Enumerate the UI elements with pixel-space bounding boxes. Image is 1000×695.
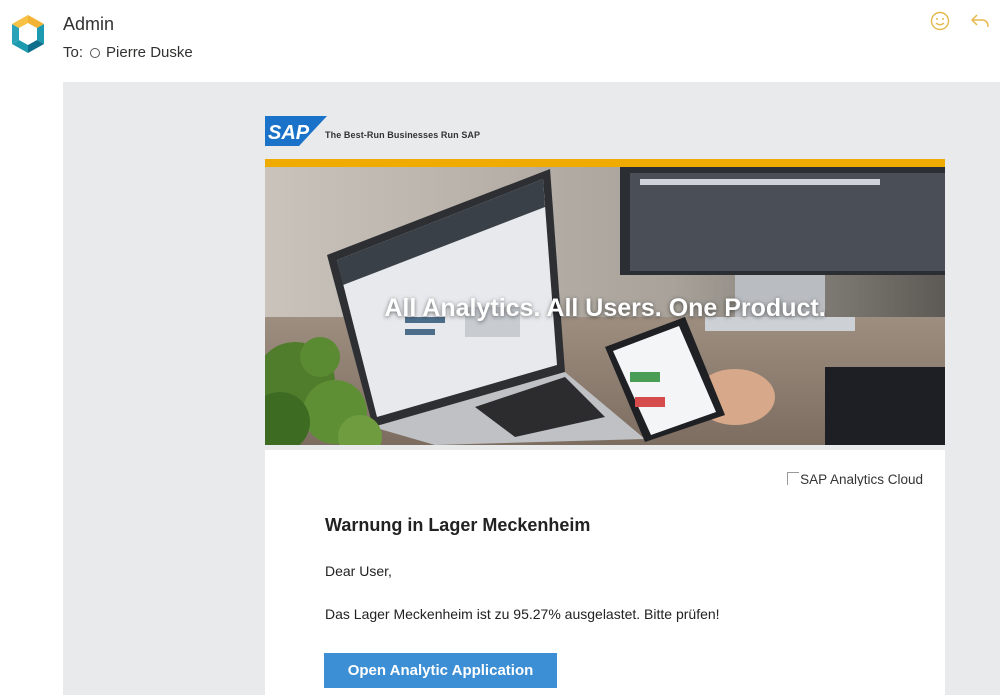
- warning-title: Warnung in Lager Meckenheim: [325, 515, 591, 535]
- broken-image-alt: SAP Analytics Cloud: [800, 472, 923, 486]
- broken-image-icon: [787, 472, 800, 485]
- reply-icon[interactable]: [969, 10, 991, 32]
- sender-name[interactable]: Admin: [63, 14, 114, 35]
- sap-tagline: The Best-Run Businesses Run SAP: [325, 130, 481, 140]
- greeting-text: Dear User,: [325, 563, 392, 579]
- to-label: To:: [63, 44, 84, 61]
- sap-header: SAP The Best-Run Businesses Run SAP: [265, 114, 945, 146]
- emoji-icon[interactable]: [929, 10, 951, 32]
- open-analytic-application-button[interactable]: Open Analytic Application: [324, 653, 557, 688]
- hero-banner: All Analytics. All Users. One Product.: [265, 167, 945, 445]
- app-logo-icon: [12, 15, 44, 53]
- alert-message: Das Lager Meckenheim ist zu 95.27% ausge…: [325, 606, 720, 622]
- recipient-name[interactable]: Pierre Duske: [106, 44, 193, 61]
- email-body: SAP The Best-Run Businesses Run SAP All …: [63, 82, 1000, 695]
- gold-divider: [265, 159, 945, 167]
- broken-image-placeholder: SAP Analytics Cloud: [787, 472, 923, 486]
- hero-tagline: All Analytics. All Users. One Product.: [384, 294, 826, 322]
- presence-status-icon: [90, 47, 101, 58]
- email-content-card: SAP Analytics Cloud Warnung in Lager Mec…: [265, 450, 945, 695]
- sap-logo-text: SAP: [268, 122, 310, 144]
- recipient-line: To: Pierre Duske: [63, 44, 193, 61]
- sap-logo: SAP: [265, 116, 327, 146]
